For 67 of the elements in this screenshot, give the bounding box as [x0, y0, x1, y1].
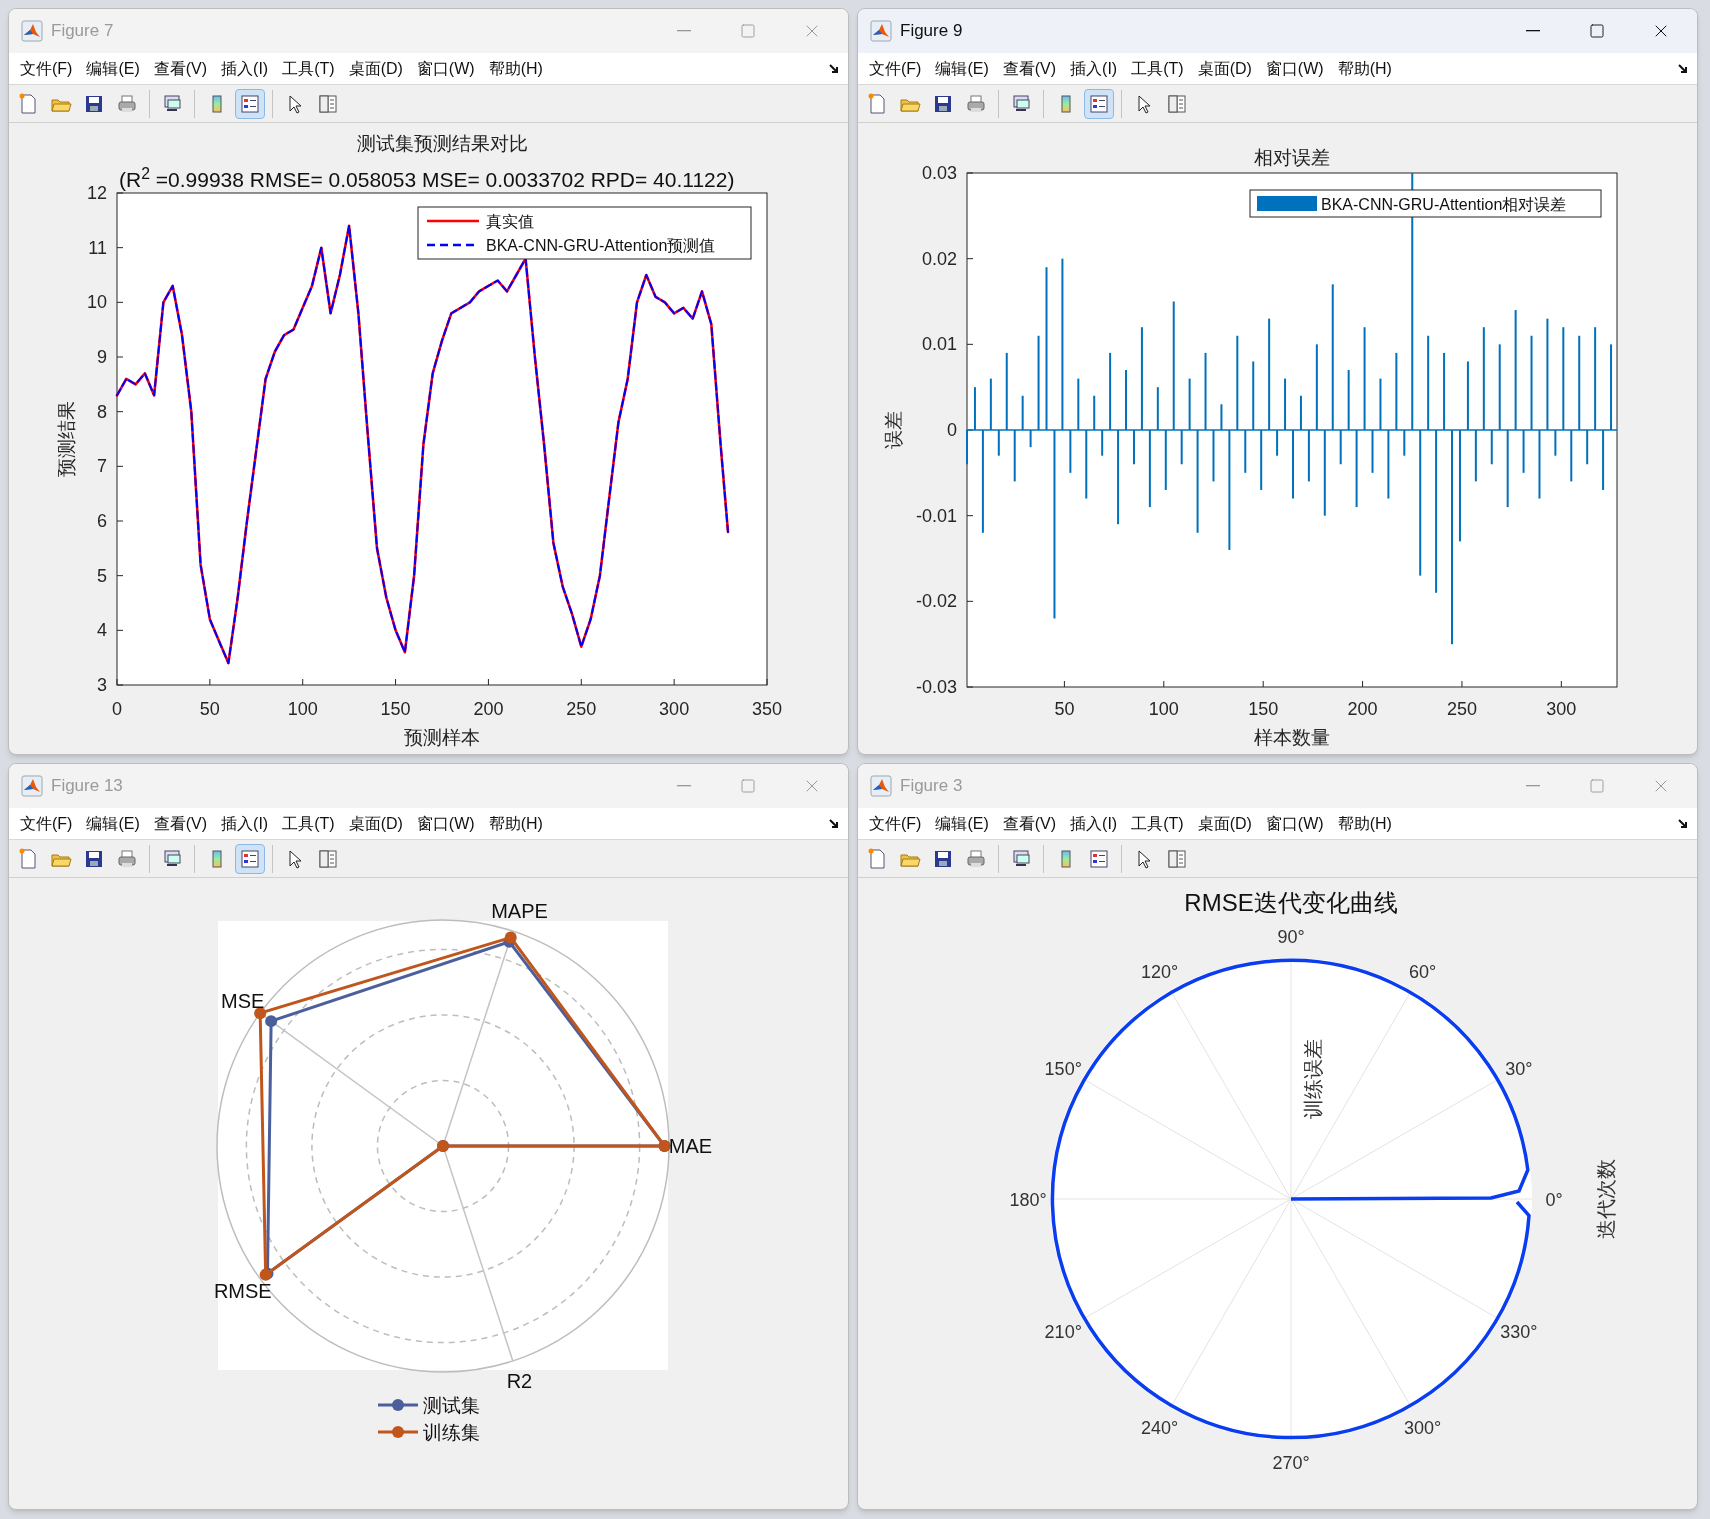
- radial-axis-label: 训练误差: [1302, 1039, 1324, 1119]
- tick-label: 7: [97, 456, 107, 477]
- chart-title: 测试集预测结果对比: [356, 132, 528, 154]
- angular-axis-label: 迭代次数: [1595, 1159, 1617, 1239]
- tick-label: 0: [947, 420, 957, 440]
- tick-label: 6: [97, 511, 107, 531]
- tick-label: 5: [97, 565, 107, 586]
- tick-label: 100: [287, 699, 318, 719]
- angle-label: 210°: [1044, 1321, 1082, 1342]
- y-axis-label: 误差: [883, 411, 904, 449]
- tick-label: 0.02: [921, 248, 957, 269]
- tick-label: -0.01: [915, 505, 957, 526]
- tick-label: 150: [380, 699, 411, 719]
- chart-title: 相对误差: [1254, 147, 1330, 168]
- tick-label: 9: [97, 347, 107, 367]
- tick-label: -0.02: [915, 591, 957, 612]
- angle-label: 180°: [1009, 1190, 1047, 1210]
- tick-label: 50: [199, 699, 220, 719]
- tick-label: 200: [1347, 699, 1378, 719]
- window-title: Figure 9: [900, 20, 963, 43]
- angle-label: 270°: [1272, 1453, 1310, 1473]
- axis-label: MAE: [668, 1135, 713, 1157]
- angle-label: 90°: [1277, 927, 1305, 947]
- window-title: Figure 13: [51, 775, 123, 798]
- tick-label: 0.01: [921, 334, 957, 355]
- axis-label: RMSE: [213, 1280, 272, 1303]
- legend-label: BKA-CNN-GRU-Attention预测值: [486, 237, 716, 254]
- chart-title: RMSE迭代变化曲线: [1184, 889, 1398, 916]
- tick-label: 0.03: [921, 163, 957, 183]
- tick-label: 8: [97, 401, 107, 422]
- angle-label: 120°: [1140, 962, 1179, 983]
- tick-label: 350: [752, 699, 782, 719]
- tick-label: 300: [1546, 699, 1577, 719]
- legend-label: 训练集: [423, 1422, 480, 1443]
- axis-label: R2: [506, 1370, 533, 1393]
- angle-label: 330°: [1500, 1321, 1538, 1342]
- window-title: Figure 3: [900, 775, 963, 798]
- axis-label: MAPE: [491, 899, 548, 922]
- tick-label: 250: [566, 699, 597, 719]
- tick-label: 300: [659, 699, 690, 719]
- tick-label: 200: [473, 699, 504, 719]
- legend-label: BKA-CNN-GRU-Attention相对误差: [1321, 196, 1567, 213]
- tick-label: 50: [1054, 699, 1075, 719]
- tick-label: 3: [97, 675, 107, 695]
- y-axis-label: 预测结果: [56, 401, 77, 477]
- x-axis-label: 预测样本: [404, 727, 480, 748]
- angle-label: 0°: [1545, 1190, 1563, 1210]
- angle-label: 240°: [1140, 1417, 1179, 1438]
- tick-label: 12: [86, 183, 107, 203]
- window-title: Figure 7: [51, 20, 114, 43]
- legend-label: 测试集: [423, 1395, 480, 1416]
- tick-label: 11: [88, 237, 107, 258]
- tick-label: 0: [112, 699, 122, 719]
- tick-label: 100: [1148, 699, 1179, 719]
- angle-label: 300°: [1403, 1417, 1442, 1438]
- angle-label: 150°: [1044, 1058, 1082, 1079]
- legend-label: 真实值: [486, 213, 534, 230]
- x-axis-label: 样本数量: [1254, 727, 1330, 748]
- tick-label: 4: [97, 620, 107, 641]
- axis-label: MSE: [221, 989, 265, 1012]
- chart-subtitle: (R$^{2}$ =0.99938 RMSE= 0.058053 MSE= 0.0033702 RPD= 40.1122): [119, 164, 735, 193]
- tick-label: 250: [1446, 699, 1477, 719]
- angle-label: 30°: [1505, 1058, 1533, 1079]
- tick-label: 10: [86, 292, 107, 313]
- tick-label: 150: [1248, 699, 1279, 719]
- tick-label: -0.03: [915, 677, 957, 697]
- angle-label: 60°: [1408, 962, 1437, 983]
